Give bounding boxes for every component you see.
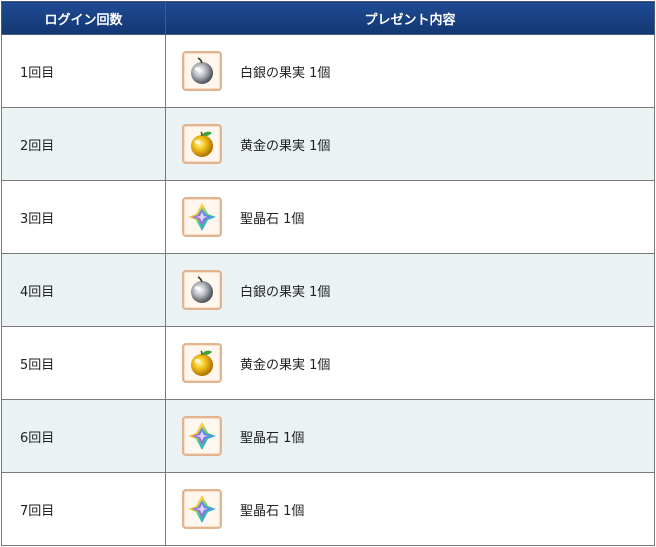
gift-cell: 聖晶石 1個 [165,472,655,546]
table-body: 1回目 白銀の果実 1個 2回目 黄金の果実 1個 3回目 聖晶石 1個 4回目 白銀の果実 … [1,34,655,546]
table-row: 3回目 聖晶石 1個 [1,180,655,254]
login-count-cell: 6回目 [1,399,166,473]
login-count-cell: 2回目 [1,107,166,181]
login-bonus-table-wrapper: ログイン回数 プレゼント内容 1回目 白銀の果実 1個 2回目 黄金の果実 1個 3回目… [1,1,655,546]
saint-quartz-icon [182,197,222,237]
silver-fruit-icon [182,270,222,310]
gift-cell: 白銀の果実 1個 [165,253,655,327]
gift-cell: 聖晶石 1個 [165,180,655,254]
gift-item: 聖晶石 1個 [166,197,654,237]
table-row: 2回目 黄金の果実 1個 [1,107,655,181]
gift-cell: 聖晶石 1個 [165,399,655,473]
login-count-cell: 5回目 [1,326,166,400]
table-row: 7回目 聖晶石 1個 [1,472,655,546]
golden-fruit-icon [182,343,222,383]
gift-item: 聖晶石 1個 [166,416,654,456]
table-row: 4回目 白銀の果実 1個 [1,253,655,327]
gift-label: 聖晶石 1個 [240,503,305,519]
gift-item: 黄金の果実 1個 [166,343,654,383]
login-count-cell: 7回目 [1,472,166,546]
gift-label: 聖晶石 1個 [240,211,305,227]
gift-item: 黄金の果実 1個 [166,124,654,164]
saint-quartz-icon [182,416,222,456]
login-count-cell: 1回目 [1,34,166,108]
gift-item: 白銀の果実 1個 [166,51,654,91]
gift-cell: 黄金の果実 1個 [165,326,655,400]
gift-item: 白銀の果実 1個 [166,270,654,310]
golden-fruit-icon [182,124,222,164]
login-count-cell: 4回目 [1,253,166,327]
gift-item: 聖晶石 1個 [166,489,654,529]
gift-label: 黄金の果実 1個 [240,357,331,373]
gift-cell: 黄金の果実 1個 [165,107,655,181]
gift-label: 黄金の果実 1個 [240,138,331,154]
gift-label: 聖晶石 1個 [240,430,305,446]
header-login-count: ログイン回数 [1,1,166,35]
gift-label: 白銀の果実 1個 [240,284,331,300]
table-row: 6回目 聖晶石 1個 [1,399,655,473]
saint-quartz-icon [182,489,222,529]
gift-cell: 白銀の果実 1個 [165,34,655,108]
login-bonus-table: ログイン回数 プレゼント内容 1回目 白銀の果実 1個 2回目 黄金の果実 1個 3回目… [1,1,655,546]
header-gift-content: プレゼント内容 [165,1,655,35]
silver-fruit-icon [182,51,222,91]
login-count-cell: 3回目 [1,180,166,254]
table-row: 1回目 白銀の果実 1個 [1,34,655,108]
table-row: 5回目 黄金の果実 1個 [1,326,655,400]
table-header-row: ログイン回数 プレゼント内容 [1,1,655,35]
gift-label: 白銀の果実 1個 [240,65,331,81]
